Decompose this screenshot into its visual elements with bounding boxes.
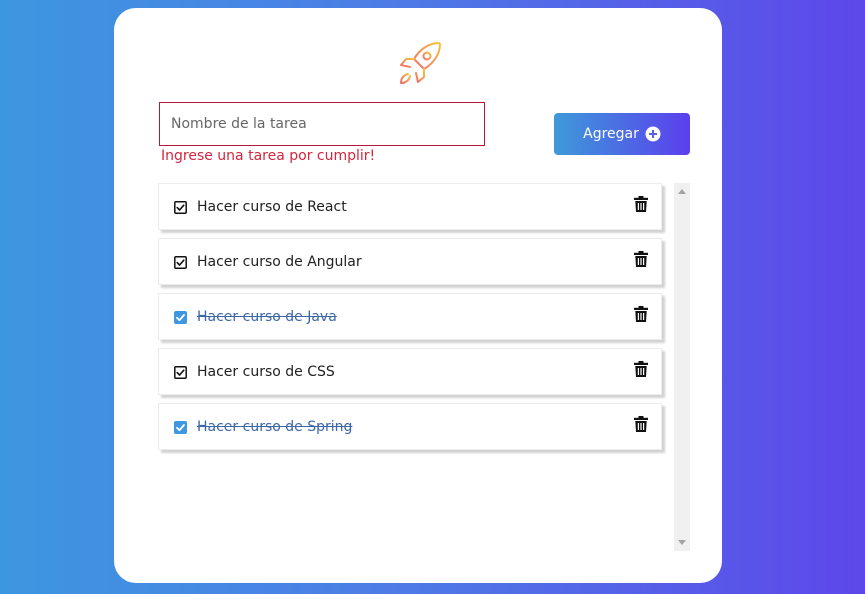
task-label: Hacer curso de Spring [197, 418, 353, 435]
todo-card: Ingrese una tarea por cumplir! Agregar H… [114, 8, 722, 583]
error-message: Ingrese una tarea por cumplir! [161, 148, 376, 164]
checkbox-unchecked-icon[interactable] [174, 201, 187, 214]
trash-icon[interactable] [634, 196, 648, 212]
trash-icon[interactable] [634, 361, 648, 377]
trash-icon[interactable] [634, 251, 648, 267]
add-button-label: Agregar [583, 126, 639, 142]
task-label: Hacer curso de React [197, 198, 347, 215]
scrollbar[interactable] [674, 183, 690, 551]
task-item[interactable]: Hacer curso de React [158, 183, 662, 230]
plus-circle-icon [645, 126, 661, 142]
task-name-input[interactable] [159, 102, 485, 146]
task-label: Hacer curso de Angular [197, 253, 362, 270]
rocket-icon [400, 42, 441, 84]
add-task-button[interactable]: Agregar [554, 113, 690, 155]
task-item[interactable]: Hacer curso de Spring [158, 403, 662, 450]
checkbox-checked-icon[interactable] [174, 421, 187, 434]
checkbox-unchecked-icon[interactable] [174, 366, 187, 379]
task-item[interactable]: Hacer curso de Angular [158, 238, 662, 285]
task-item[interactable]: Hacer curso de CSS [158, 348, 662, 395]
trash-icon[interactable] [634, 416, 648, 432]
task-label: Hacer curso de Java [197, 308, 337, 325]
task-list-container: Hacer curso de React Hacer curso de Angul… [158, 183, 690, 551]
trash-icon[interactable] [634, 306, 648, 322]
task-label: Hacer curso de CSS [197, 363, 335, 380]
scroll-up-arrow-icon[interactable] [678, 189, 686, 194]
task-item[interactable]: Hacer curso de Java [158, 293, 662, 340]
checkbox-checked-icon[interactable] [174, 311, 187, 324]
scroll-down-arrow-icon[interactable] [678, 540, 686, 545]
checkbox-unchecked-icon[interactable] [174, 256, 187, 269]
task-list: Hacer curso de React Hacer curso de Angul… [158, 183, 662, 458]
